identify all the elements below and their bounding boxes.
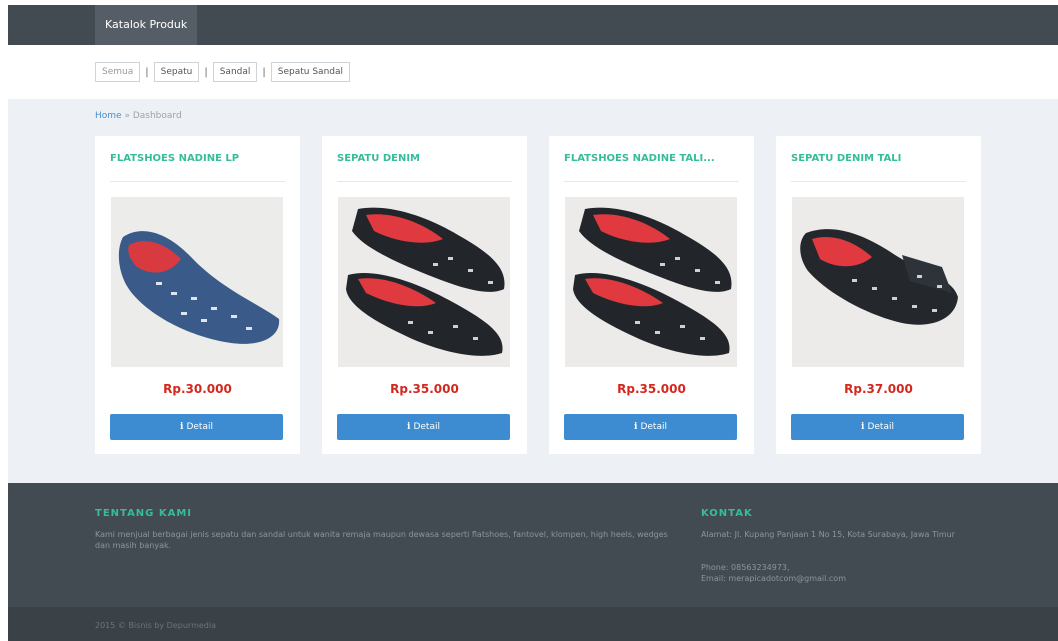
divider xyxy=(110,181,285,182)
product-price: Rp.35.000 xyxy=(390,382,459,396)
product-image[interactable] xyxy=(338,197,510,367)
about-text: Kami menjual berbagai jenis sepatu dan s… xyxy=(95,530,668,550)
info-icon: i xyxy=(634,422,638,432)
detail-button[interactable]: i Detail xyxy=(337,414,510,440)
product-price: Rp.37.000 xyxy=(844,382,913,396)
breadcrumb-separator: » xyxy=(124,111,130,121)
filter-shoe-sandals-button[interactable]: Sepatu Sandal xyxy=(270,62,350,82)
divider xyxy=(791,181,966,182)
filter-separator: | xyxy=(145,66,149,78)
footer-bottom-bar: 2015 © Bisnis by Depurmedia xyxy=(8,607,1058,641)
product-card: SEPATU DENIM TALI Rp.37.000 i Detail xyxy=(776,136,981,454)
info-icon: i xyxy=(180,422,184,432)
about-title: TENTANG KAMI xyxy=(95,508,193,519)
filter-separator: | xyxy=(262,66,266,78)
product-grid: FLATSHOES NADINE LP Rp.30.000 i Detail S… xyxy=(95,136,981,454)
detail-button-label: Detail xyxy=(413,422,440,432)
footer: TENTANG KAMI Kami menjual berbagai jenis… xyxy=(8,483,1058,607)
detail-button-label: Detail xyxy=(186,422,213,432)
detail-button[interactable]: i Detail xyxy=(110,414,283,440)
filter-bar: Semua | Sepatu | Sandal | Sepatu Sandal xyxy=(8,45,1058,99)
nav-brand[interactable]: Katalok Produk xyxy=(95,5,198,45)
product-title[interactable]: SEPATU DENIM TALI xyxy=(791,153,901,164)
product-image[interactable] xyxy=(111,197,283,367)
breadcrumb: Home » Dashboard xyxy=(95,111,182,121)
product-card: FLATSHOES NADINE LP Rp.30.000 i Detail xyxy=(95,136,300,454)
contact-address: Alamat: Jl. Kupang Panjaan 1 No 15, Kota… xyxy=(701,530,955,539)
category-filters: Semua | Sepatu | Sandal | Sepatu Sandal xyxy=(95,62,350,82)
filter-all-button[interactable]: Semua xyxy=(95,62,141,82)
product-card: FLATSHOES NADINE TALI... Rp.35.000 i Det… xyxy=(549,136,754,454)
breadcrumb-current: Dashboard xyxy=(132,111,182,121)
detail-button-label: Detail xyxy=(640,422,667,432)
page: Katalok Produk Semua | Sepatu | Sandal |… xyxy=(8,5,1058,641)
product-image[interactable] xyxy=(565,197,737,367)
top-navbar: Katalok Produk xyxy=(8,5,1058,45)
divider xyxy=(337,181,512,182)
product-title[interactable]: FLATSHOES NADINE LP xyxy=(110,153,239,164)
detail-button-label: Detail xyxy=(867,422,894,432)
divider xyxy=(564,181,739,182)
product-image[interactable] xyxy=(792,197,964,367)
detail-button[interactable]: i Detail xyxy=(564,414,737,440)
product-price: Rp.35.000 xyxy=(617,382,686,396)
info-icon: i xyxy=(861,422,865,432)
detail-button[interactable]: i Detail xyxy=(791,414,964,440)
copyright-text: 2015 © Bisnis by Depurmedia xyxy=(95,621,216,630)
filter-sandals-button[interactable]: Sandal xyxy=(212,62,258,82)
product-title[interactable]: FLATSHOES NADINE TALI... xyxy=(564,153,715,164)
contact-phone: Phone: 08563234973, xyxy=(701,563,790,572)
filter-shoes-button[interactable]: Sepatu xyxy=(153,62,200,82)
contact-email[interactable]: Email: merapicadotcom@gmail.com xyxy=(701,573,846,584)
product-price: Rp.30.000 xyxy=(163,382,232,396)
info-icon: i xyxy=(407,422,411,432)
contact-title: KONTAK xyxy=(701,508,753,519)
product-card: SEPATU DENIM Rp.35.000 i Detail xyxy=(322,136,527,454)
product-title[interactable]: SEPATU DENIM xyxy=(337,153,420,164)
filter-separator: | xyxy=(204,66,208,78)
breadcrumb-home-link[interactable]: Home xyxy=(95,111,122,121)
